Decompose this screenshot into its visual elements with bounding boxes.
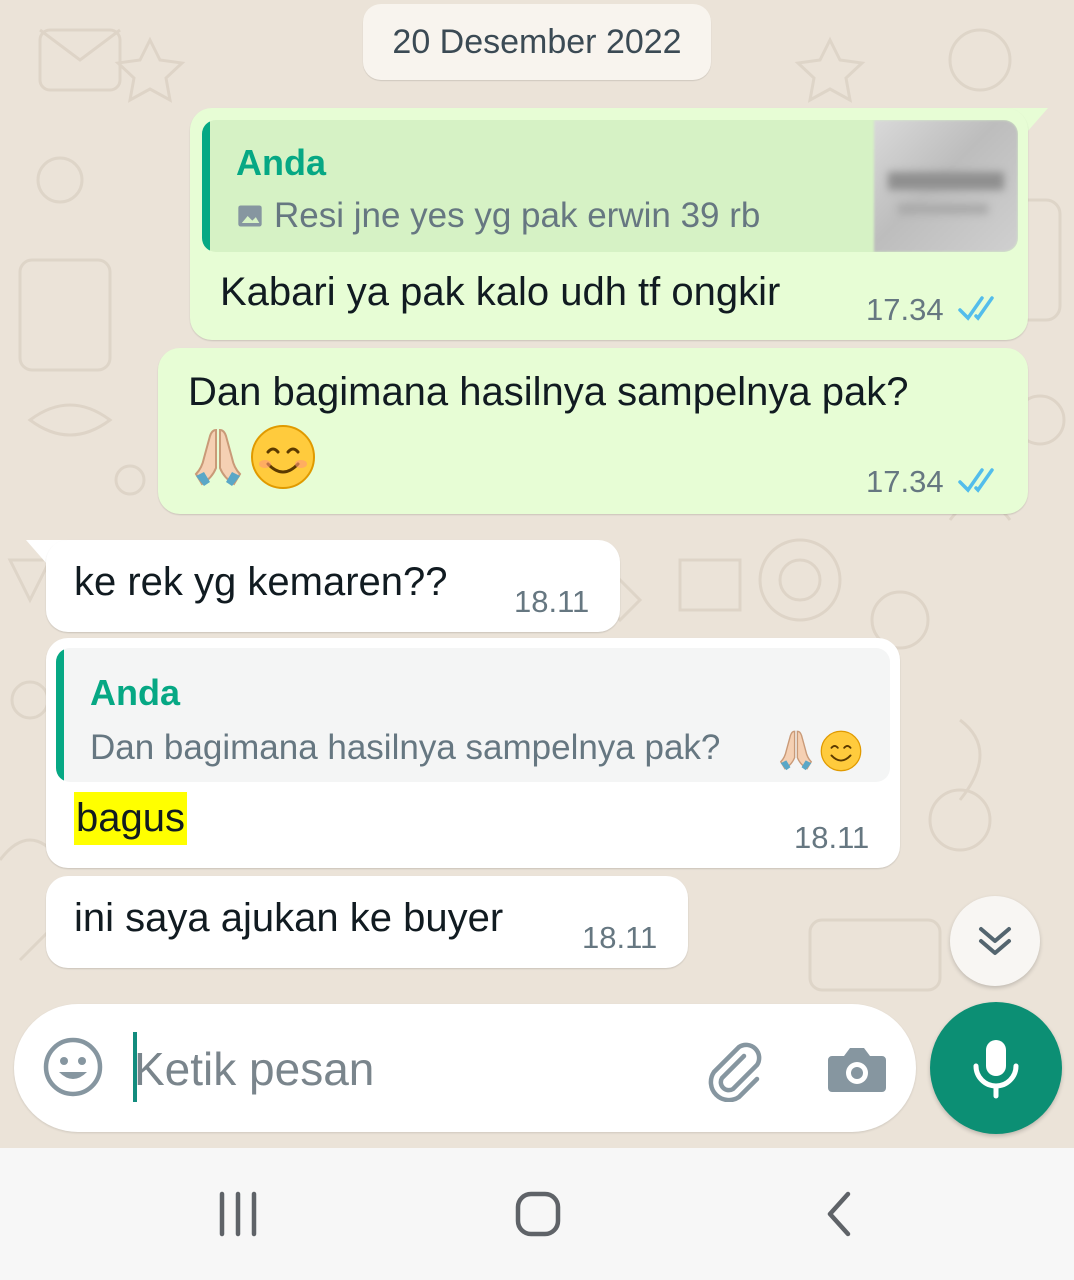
attach-icon bbox=[708, 1042, 762, 1103]
recent-apps-icon bbox=[219, 1191, 257, 1237]
quote-text: Dan bagimana hasilnya sampelnya pak? bbox=[90, 728, 721, 767]
camera-button[interactable] bbox=[824, 1036, 890, 1102]
camera-icon bbox=[828, 1048, 886, 1092]
message-input[interactable] bbox=[134, 1034, 694, 1104]
message-text: Kabari ya pak kalo udh tf ongkir bbox=[220, 270, 781, 314]
quoted-message[interactable]: Anda Dan bagimana hasilnya sampelnya pak… bbox=[56, 648, 890, 782]
read-receipt-icon bbox=[958, 468, 994, 493]
message-bubble-incoming[interactable]: ke rek yg kemaren?? 18.11 bbox=[46, 540, 620, 632]
date-separator: 20 Desember 2022 bbox=[363, 4, 711, 80]
message-text: Dan bagimana hasilnya sampelnya pak? bbox=[188, 370, 909, 414]
quote-accent-bar bbox=[202, 120, 210, 252]
smiling-face-icon bbox=[820, 730, 862, 772]
recent-apps-button[interactable] bbox=[208, 1184, 268, 1244]
voice-record-button[interactable] bbox=[930, 1002, 1062, 1134]
read-receipt-icon bbox=[958, 296, 994, 321]
message-time: 18.11 bbox=[514, 584, 590, 619]
message-composer bbox=[14, 1004, 916, 1132]
message-text: ini saya ajukan ke buyer bbox=[74, 896, 504, 940]
attach-button[interactable] bbox=[702, 1038, 766, 1103]
message-time: 18.11 bbox=[794, 820, 870, 855]
message-text: ke rek yg kemaren?? bbox=[74, 560, 448, 604]
folded-hands-icon bbox=[194, 428, 242, 486]
text-cursor bbox=[133, 1032, 137, 1102]
message-text-highlighted: bagus bbox=[74, 792, 187, 845]
home-button[interactable] bbox=[508, 1184, 568, 1244]
message-bubble-outgoing[interactable]: Dan bagimana hasilnya sampelnya pak? 17.… bbox=[158, 348, 1028, 514]
message-bubble-incoming[interactable]: Anda Dan bagimana hasilnya sampelnya pak… bbox=[46, 638, 900, 868]
emoji-icon bbox=[43, 1037, 103, 1097]
message-bubble-incoming[interactable]: ini saya ajukan ke buyer 18.11 bbox=[46, 876, 688, 968]
message-time: 17.34 bbox=[866, 292, 944, 327]
quote-author: Anda bbox=[236, 142, 326, 183]
quoted-message[interactable]: Anda Resi jne yes yg pak erwin 39 rb bbox=[202, 120, 1018, 252]
quote-text: Resi jne yes yg pak erwin 39 rb bbox=[274, 196, 761, 235]
scroll-to-bottom-button[interactable] bbox=[950, 896, 1040, 986]
quote-author: Anda bbox=[90, 672, 180, 713]
double-chevron-down-icon bbox=[979, 927, 1011, 955]
folded-hands-icon bbox=[779, 730, 813, 771]
home-icon bbox=[515, 1191, 561, 1237]
message-time: 18.11 bbox=[582, 920, 658, 955]
back-icon bbox=[827, 1191, 851, 1237]
smiling-face-icon bbox=[251, 425, 315, 489]
image-icon bbox=[238, 205, 262, 227]
back-button[interactable] bbox=[808, 1184, 868, 1244]
chat-background: 20 Desember 2022 Anda Resi jne yes yg pa… bbox=[0, 0, 1074, 1148]
mic-icon bbox=[973, 1040, 1019, 1099]
system-navigation-bar bbox=[0, 1148, 1074, 1280]
message-bubble-outgoing[interactable]: Anda Resi jne yes yg pak erwin 39 rb Kab… bbox=[190, 108, 1028, 340]
quote-accent-bar bbox=[56, 648, 64, 782]
quote-image-thumbnail bbox=[874, 120, 1018, 252]
message-time: 17.34 bbox=[866, 464, 944, 499]
emoji-button[interactable] bbox=[40, 1034, 106, 1100]
